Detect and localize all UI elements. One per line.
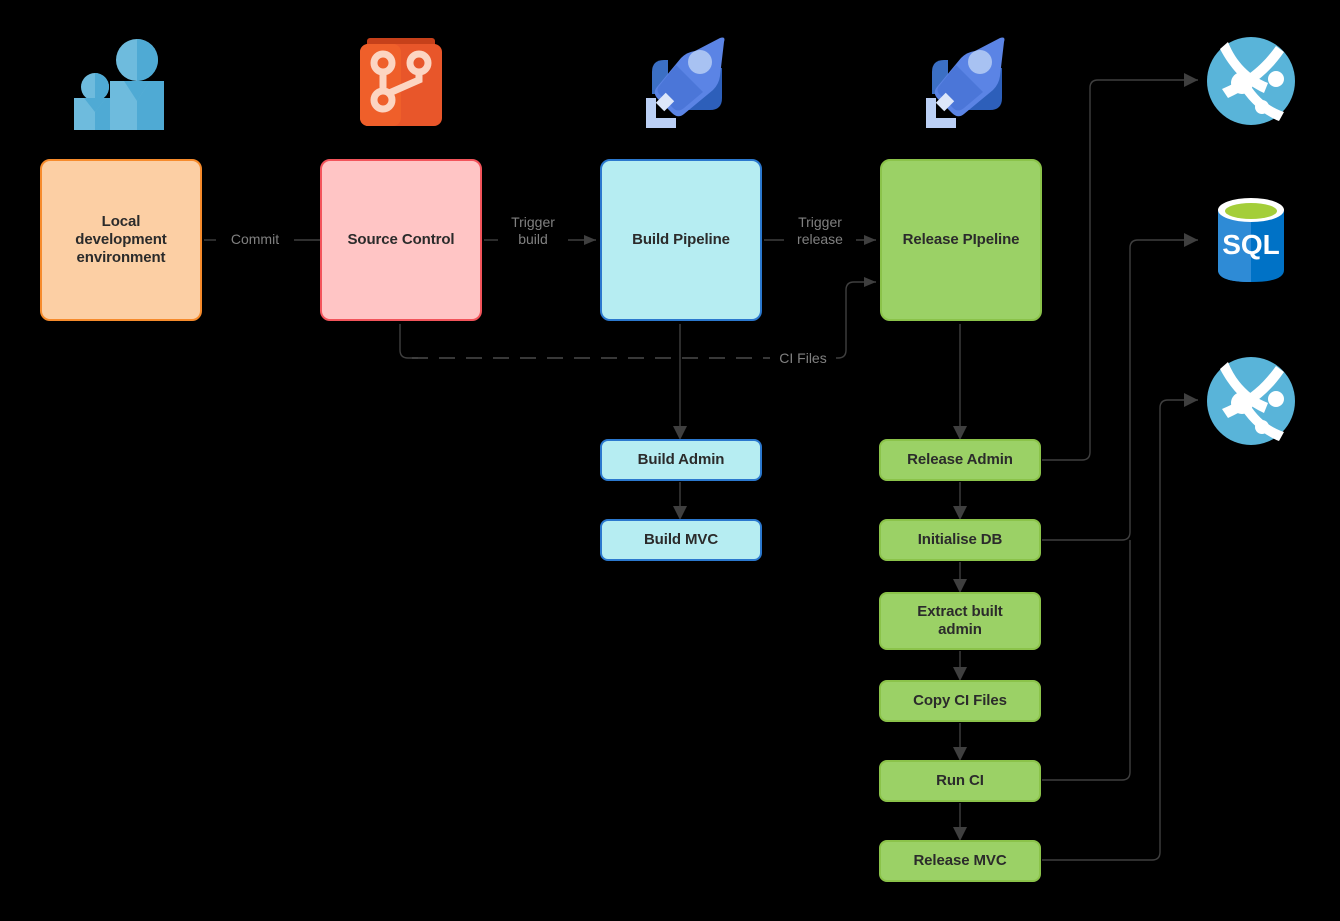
arrowhead-sql-from-initialisedb bbox=[1184, 233, 1198, 247]
node-label: Local development environment bbox=[75, 212, 167, 267]
edge-cifiles-end bbox=[834, 281, 876, 359]
edge-label-commit: Commit bbox=[216, 231, 294, 248]
edge-runci-sql bbox=[1042, 540, 1131, 781]
node-release-mvc[interactable]: Release MVC bbox=[879, 840, 1041, 882]
arrowhead-runci bbox=[953, 747, 967, 761]
node-build-mvc[interactable]: Build MVC bbox=[600, 519, 762, 561]
sql-icon-label: SQL bbox=[1222, 229, 1280, 260]
arrowhead-initialisedb bbox=[953, 506, 967, 520]
node-local-development-environment[interactable]: Local development environment bbox=[40, 159, 202, 321]
node-label: Build MVC bbox=[643, 530, 719, 548]
azure-sql-database-icon: SQL bbox=[1212, 196, 1290, 284]
node-label: Source Control bbox=[347, 230, 455, 248]
arrowhead-triggerrelease bbox=[864, 235, 876, 245]
node-label: Copy CI Files bbox=[913, 691, 1007, 709]
arrowhead-buildadmin bbox=[673, 426, 687, 440]
node-source-control[interactable]: Source Control bbox=[320, 159, 482, 321]
arrowhead-appservice2 bbox=[1184, 393, 1198, 407]
node-build-pipeline[interactable]: Build Pipeline bbox=[600, 159, 762, 321]
node-label: Release PIpeline bbox=[902, 230, 1020, 248]
arrowhead-triggerbuild bbox=[584, 235, 596, 245]
arrowhead-releaseadmin bbox=[953, 426, 967, 440]
azure-pipelines-rocket-icon bbox=[912, 32, 1010, 130]
node-release-pipeline[interactable]: Release PIpeline bbox=[880, 159, 1042, 321]
node-label: Extract built admin bbox=[917, 602, 1003, 638]
azure-app-service-icon bbox=[1206, 36, 1296, 126]
edge-label-trigger-release: Trigger release bbox=[784, 214, 856, 248]
edge-initialisedb-sql bbox=[1042, 239, 1198, 541]
edge-label-ci-files: CI Files bbox=[770, 350, 836, 367]
azure-app-service-icon bbox=[1206, 356, 1296, 446]
arrowhead-buildmvc bbox=[673, 506, 687, 520]
azure-repos-icon bbox=[357, 36, 445, 128]
node-release-admin[interactable]: Release Admin bbox=[879, 439, 1041, 481]
local-development-people-icon bbox=[70, 35, 172, 130]
node-copy-ci-files[interactable]: Copy CI Files bbox=[879, 680, 1041, 722]
node-label: Initialise DB bbox=[917, 530, 1003, 548]
node-label: Build Admin bbox=[637, 450, 725, 468]
arrowhead-cifiles bbox=[864, 277, 876, 287]
edge-releasemvc-appservice2 bbox=[1042, 399, 1198, 861]
node-initialise-db[interactable]: Initialise DB bbox=[879, 519, 1041, 561]
arrowhead-extract bbox=[953, 579, 967, 593]
azure-pipelines-rocket-icon bbox=[632, 32, 730, 130]
node-label: Build Pipeline bbox=[632, 230, 730, 248]
arrowhead-releasemvc bbox=[953, 827, 967, 841]
edge-cifiles-start bbox=[399, 324, 418, 359]
edge-releaseadmin-appservice1 bbox=[1042, 79, 1198, 461]
node-run-ci[interactable]: Run CI bbox=[879, 760, 1041, 802]
arrowhead-copycifiles bbox=[953, 667, 967, 681]
arrowhead-appservice1 bbox=[1184, 73, 1198, 87]
edge-label-trigger-build: Trigger build bbox=[498, 214, 568, 248]
diagram-canvas: SQL Commit Trigger build Trigger release… bbox=[0, 0, 1340, 921]
node-label: Release Admin bbox=[907, 450, 1013, 468]
node-extract-built-admin[interactable]: Extract built admin bbox=[879, 592, 1041, 650]
node-label: Release MVC bbox=[913, 851, 1007, 869]
node-build-admin[interactable]: Build Admin bbox=[600, 439, 762, 481]
node-label: Run CI bbox=[936, 771, 984, 789]
